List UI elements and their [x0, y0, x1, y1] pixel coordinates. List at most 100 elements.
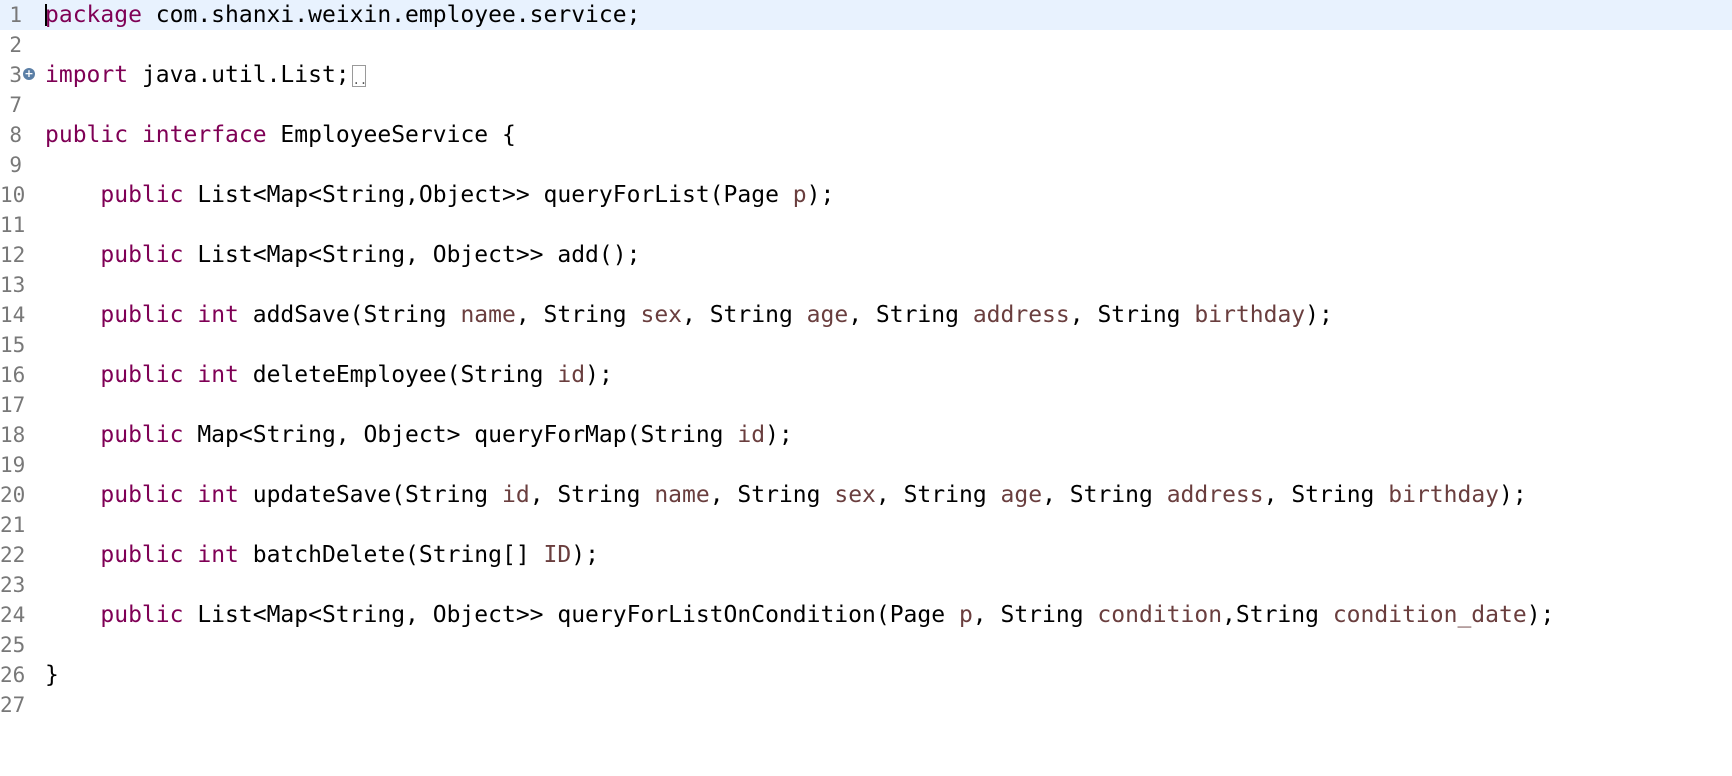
code-token: , String: [515, 302, 641, 328]
code-token: }: [45, 662, 59, 688]
keyword-token: public: [100, 182, 184, 208]
line-number: 21: [0, 513, 26, 537]
code-line[interactable]: 14 public int addSave(String name, Strin…: [0, 300, 1732, 330]
code-line[interactable]: 27: [0, 690, 1732, 720]
code-token: );: [571, 542, 599, 568]
code-line[interactable]: 16 public int deleteEmployee(String id);: [0, 360, 1732, 390]
code-token: java.util.List;: [128, 62, 350, 88]
code-line[interactable]: 24 public List<Map<String, Object>> quer…: [0, 600, 1732, 630]
code-token: EmployeeService {: [266, 122, 516, 148]
keyword-token: int: [197, 302, 239, 328]
code-token: List<Map<String, Object>> queryForListOn…: [183, 602, 959, 628]
keyword-token: public: [100, 302, 184, 328]
code-line[interactable]: 3 + import java.util.List;..: [0, 60, 1732, 90]
code-token: , String: [682, 302, 807, 328]
code-line[interactable]: 11: [0, 210, 1732, 240]
code-text: public int deleteEmployee(String id);: [45, 360, 612, 390]
parameter-token: address: [1166, 482, 1264, 508]
code-token: addSave(String: [238, 302, 461, 328]
line-number: 1: [9, 3, 22, 27]
code-line[interactable]: 1 package com.shanxi.weixin.employee.serv…: [0, 0, 1732, 30]
line-number: 8: [9, 123, 22, 147]
keyword-token: package: [45, 2, 142, 28]
code-token: );: [806, 182, 835, 208]
parameter-token: sex: [834, 482, 876, 508]
code-token: , String: [709, 482, 835, 508]
line-number: 14: [0, 303, 26, 327]
code-text: }: [45, 660, 59, 690]
parameter-token: age: [806, 302, 849, 328]
parameter-token: ID: [543, 542, 572, 568]
code-token: , String: [972, 602, 1098, 628]
keyword-token: interface: [141, 122, 267, 148]
parameter-token: p: [792, 182, 807, 208]
collapsed-imports-icon[interactable]: ..: [351, 64, 367, 87]
code-line[interactable]: 23: [0, 570, 1732, 600]
line-number: 18: [0, 423, 26, 447]
parameter-token: birthday: [1194, 302, 1306, 328]
parameter-token: address: [972, 302, 1070, 328]
code-token: , String: [848, 302, 973, 328]
code-token: , String: [529, 482, 655, 508]
code-line[interactable]: 21: [0, 510, 1732, 540]
code-token: List<Map<String,Object>> queryForList(Pa…: [183, 182, 793, 208]
keyword-token: public: [100, 542, 184, 568]
code-token: );: [1526, 602, 1555, 628]
code-line[interactable]: 7: [0, 90, 1732, 120]
code-editor[interactable]: 1 package com.shanxi.weixin.employee.serv…: [0, 0, 1732, 776]
code-line[interactable]: 15: [0, 330, 1732, 360]
code-token: updateSave(String: [238, 482, 502, 508]
code-line[interactable]: 2: [0, 30, 1732, 60]
line-number: 12: [0, 243, 26, 267]
keyword-token: public: [100, 482, 184, 508]
code-line[interactable]: 8 public interface EmployeeService {: [0, 120, 1732, 150]
code-line[interactable]: 19: [0, 450, 1732, 480]
line-number: 16: [0, 363, 26, 387]
code-line[interactable]: 26}: [0, 660, 1732, 690]
keyword-token: int: [197, 362, 239, 388]
code-text: public int addSave(String name, String s…: [45, 300, 1332, 330]
code-line[interactable]: 22 public int batchDelete(String[] ID);: [0, 540, 1732, 570]
code-token: , String: [1263, 482, 1389, 508]
code-token: batchDelete(String[]: [238, 542, 544, 568]
code-text: public List<Map<String,Object>> queryFor…: [45, 180, 834, 210]
code-token: );: [1499, 482, 1527, 508]
parameter-token: sex: [640, 302, 683, 328]
line-number: 20: [0, 483, 26, 507]
keyword-token: import: [45, 62, 129, 88]
code-line[interactable]: 25: [0, 630, 1732, 660]
keyword-token: int: [197, 542, 239, 568]
line-number: 17: [0, 393, 26, 417]
fold-plus-icon[interactable]: +: [23, 68, 35, 80]
code-line[interactable]: 10 public List<Map<String,Object>> query…: [0, 180, 1732, 210]
line-number: 26: [0, 663, 26, 687]
code-line[interactable]: 17: [0, 390, 1732, 420]
parameter-token: name: [460, 302, 516, 328]
code-token: deleteEmployee(String: [238, 362, 558, 388]
line-number: 9: [9, 153, 22, 177]
parameter-token: id: [737, 422, 766, 448]
text-cursor: [45, 4, 47, 26]
parameter-token: birthday: [1388, 482, 1500, 508]
parameter-token: age: [1000, 482, 1043, 508]
code-line[interactable]: 13: [0, 270, 1732, 300]
code-line[interactable]: 9: [0, 150, 1732, 180]
code-line[interactable]: 20 public int updateSave(String id, Stri…: [0, 480, 1732, 510]
line-number: 13: [0, 273, 26, 297]
line-number: 22: [0, 543, 26, 567]
code-text: public interface EmployeeService {: [45, 120, 516, 150]
code-text: public List<Map<String, Object>> queryFo…: [45, 600, 1554, 630]
code-line[interactable]: 12 public List<Map<String, Object>> add(…: [0, 240, 1732, 270]
code-line[interactable]: 18 public Map<String, Object> queryForMa…: [0, 420, 1732, 450]
code-text: public int updateSave(String id, String …: [45, 480, 1527, 510]
code-token: com.shanxi.weixin.employee.service;: [141, 2, 641, 28]
